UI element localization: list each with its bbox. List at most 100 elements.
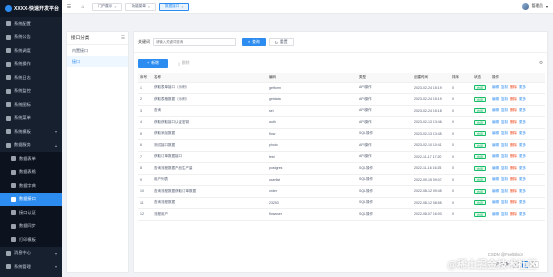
col-header-type[interactable]: 类型	[357, 73, 412, 83]
sidebar-item-system[interactable]: 系统管理 ▾	[0, 260, 62, 274]
column-settings-icon[interactable]: ⚙	[539, 60, 543, 66]
table-row[interactable]: 10 查询流程数据获取订单数据 order SQL操作 2022-08-12 09:45…	[138, 185, 545, 198]
delete-row-button[interactable]: 删除	[510, 143, 517, 147]
keyword-input[interactable]	[153, 38, 236, 46]
table-row[interactable]: 4 获取获取接口认证密钥 auth API操作 2023-02-13 13:46 0 启用编…	[138, 116, 545, 129]
delete-row-button[interactable]: 删除	[510, 200, 517, 204]
sidebar-subitem-dict[interactable]: 数据字典	[0, 179, 62, 193]
copy-button[interactable]: 复制	[501, 166, 508, 170]
delete-row-button[interactable]: 删除	[510, 97, 517, 101]
edit-button[interactable]: 编辑	[492, 85, 499, 89]
col-header-time[interactable]: 创建时间	[412, 73, 450, 83]
sidebar-item-schedule[interactable]: 系统调度	[0, 44, 62, 58]
table-row[interactable]: 1 获取表单接口（示例） getform API操作 2023-02-24 15:19 0…	[138, 82, 545, 94]
tab-menu[interactable]: 功能菜单 ×	[125, 2, 156, 11]
page-number[interactable]: 1	[522, 261, 529, 268]
tab-data-api[interactable]: 数据接口 ×	[158, 2, 190, 11]
sidebar-subitem-api[interactable]: 数据接口	[0, 192, 62, 206]
table-row[interactable]: 8 查询流程数据产品生产量 postgres SQL操作 2022-11-16 16:2…	[138, 162, 545, 175]
delete-row-button[interactable]: 删除	[510, 177, 517, 181]
close-icon[interactable]: ×	[181, 5, 183, 9]
copy-button[interactable]: 复制	[501, 97, 508, 101]
edit-button[interactable]: 编辑	[492, 131, 499, 135]
more-icon[interactable]: ☰	[121, 35, 125, 41]
edit-button[interactable]: 编辑	[492, 154, 499, 158]
col-header-name[interactable]: 名称	[152, 73, 267, 83]
edit-button[interactable]: 编辑	[492, 189, 499, 193]
close-icon[interactable]: ×	[148, 5, 150, 9]
sidebar-subitem-print[interactable]: 打印模板	[0, 233, 62, 247]
chevron-down-icon[interactable]: ▾	[546, 4, 548, 9]
edit-button[interactable]: 编辑	[492, 200, 499, 204]
home-icon[interactable]: ⌂	[76, 0, 90, 14]
copy-button[interactable]: 复制	[501, 108, 508, 112]
col-header-sort[interactable]: 排序	[450, 73, 472, 83]
sidebar-item-notice[interactable]: 系统公告	[0, 31, 62, 45]
next-page-button[interactable]: ›	[532, 261, 539, 268]
sidebar-item-log[interactable]: 系统日志	[0, 71, 62, 85]
sidebar-item-operation[interactable]: 系统操作	[0, 58, 62, 72]
more-button[interactable]: 更多	[519, 166, 526, 170]
sidebar-item-config[interactable]: 系统配置	[0, 17, 62, 31]
copy-button[interactable]: 复制	[501, 131, 508, 135]
sidebar-item-monitor[interactable]: 系统监控	[0, 85, 62, 99]
more-button[interactable]: 更多	[519, 131, 526, 135]
copy-button[interactable]: 复制	[501, 177, 508, 181]
edit-button[interactable]: 编辑	[492, 108, 499, 112]
sidebar-item-menu[interactable]: 系统菜单	[0, 112, 62, 126]
table-row[interactable]: 11 查询流程数据 23253 SQL操作 2022-08-12 08:55 0 启用 编辑复…	[138, 197, 545, 209]
edit-button[interactable]: 编辑	[492, 177, 499, 181]
sidebar-subitem-sync[interactable]: 数据同步	[0, 219, 62, 233]
search-button[interactable]: ⌕ 查询	[242, 38, 266, 46]
delete-row-button[interactable]: 删除	[510, 131, 517, 135]
more-button[interactable]: 更多	[519, 189, 526, 193]
sidebar-subitem-form[interactable]: 数据表单	[0, 152, 62, 166]
delete-row-button[interactable]: 删除	[510, 120, 517, 124]
more-button[interactable]: 更多	[519, 200, 526, 204]
table-row[interactable]: 12 流程用户 flowuser SQL操作 2022-08-07 16:00 0 启用 编辑…	[138, 208, 545, 221]
copy-button[interactable]: 复制	[501, 189, 508, 193]
delete-button[interactable]: ▯ 删除	[173, 59, 195, 67]
reset-button[interactable]: ↻ 重置	[268, 38, 294, 46]
table-row[interactable]: 6 测试接口数据 photo API操作 2023-02-10 10:41 0 启用 编辑 复制…	[138, 139, 545, 152]
delete-row-button[interactable]: 删除	[510, 189, 517, 193]
close-icon[interactable]: ×	[114, 5, 116, 9]
delete-row-button[interactable]: 删除	[510, 108, 517, 112]
prev-page-button[interactable]: ‹	[512, 261, 519, 268]
avatar[interactable]	[521, 3, 529, 10]
more-button[interactable]: 更多	[519, 212, 526, 216]
more-button[interactable]: 更多	[519, 108, 526, 112]
copy-button[interactable]: 复制	[501, 154, 508, 158]
edit-button[interactable]: 编辑	[492, 212, 499, 216]
copy-button[interactable]: 复制	[501, 120, 508, 124]
sidebar-item-icons[interactable]: 系统图标	[0, 98, 62, 112]
sidebar-subitem-table[interactable]: 数据表格	[0, 165, 62, 179]
table-row[interactable]: 2 获取表格数据（示例） getdata API操作 2023-02-24 15:19 0…	[138, 93, 545, 106]
sidebar-item-template[interactable]: 系统模板 ▾	[0, 125, 62, 139]
delete-row-button[interactable]: 删除	[510, 166, 517, 170]
table-row[interactable]: 5 获取添加数据 flow SQL操作 2023-02-13 13:45 0 启用 编辑 复制删…	[138, 128, 545, 140]
copy-button[interactable]: 复制	[501, 212, 508, 216]
collapse-menu-icon[interactable]: ☰	[62, 0, 76, 14]
more-button[interactable]: 更多	[519, 97, 526, 101]
sidebar-subitem-auth[interactable]: 接口认证	[0, 206, 62, 220]
more-button[interactable]: 更多	[519, 143, 526, 147]
copy-button[interactable]: 复制	[501, 85, 508, 89]
edit-button[interactable]: 编辑	[492, 97, 499, 101]
col-header-code[interactable]: 编码	[267, 73, 357, 83]
table-row[interactable]: 7 获取订单数据接口 test API操作 2022-11-17 17:20 0 启用 编辑复…	[138, 151, 545, 163]
copy-button[interactable]: 复制	[501, 143, 508, 147]
tree-item-builtin[interactable]: 内置接口	[67, 45, 128, 56]
add-button[interactable]: + 新增	[138, 58, 168, 68]
username[interactable]: 管理员	[532, 4, 543, 9]
more-button[interactable]: 更多	[519, 120, 526, 124]
more-button[interactable]: 更多	[519, 177, 526, 181]
sidebar-item-data-service[interactable]: 数据服务 ▴	[0, 139, 62, 153]
tab-portal[interactable]: 门户展示 ×	[92, 2, 123, 11]
delete-row-button[interactable]: 删除	[510, 212, 517, 216]
app-logo[interactable]: XXXX-快速开发平台	[0, 0, 62, 17]
edit-button[interactable]: 编辑	[492, 120, 499, 124]
copy-button[interactable]: 复制	[501, 200, 508, 204]
table-row[interactable]: 3 查询 sel API操作 2023-02-24 15:18 0 启用 编辑 复制 删除 更多	[138, 105, 545, 117]
table-row[interactable]: 9 用户列表 userlist SQL操作 2022-09-15 09:07 0 启用 编辑复…	[138, 174, 545, 186]
